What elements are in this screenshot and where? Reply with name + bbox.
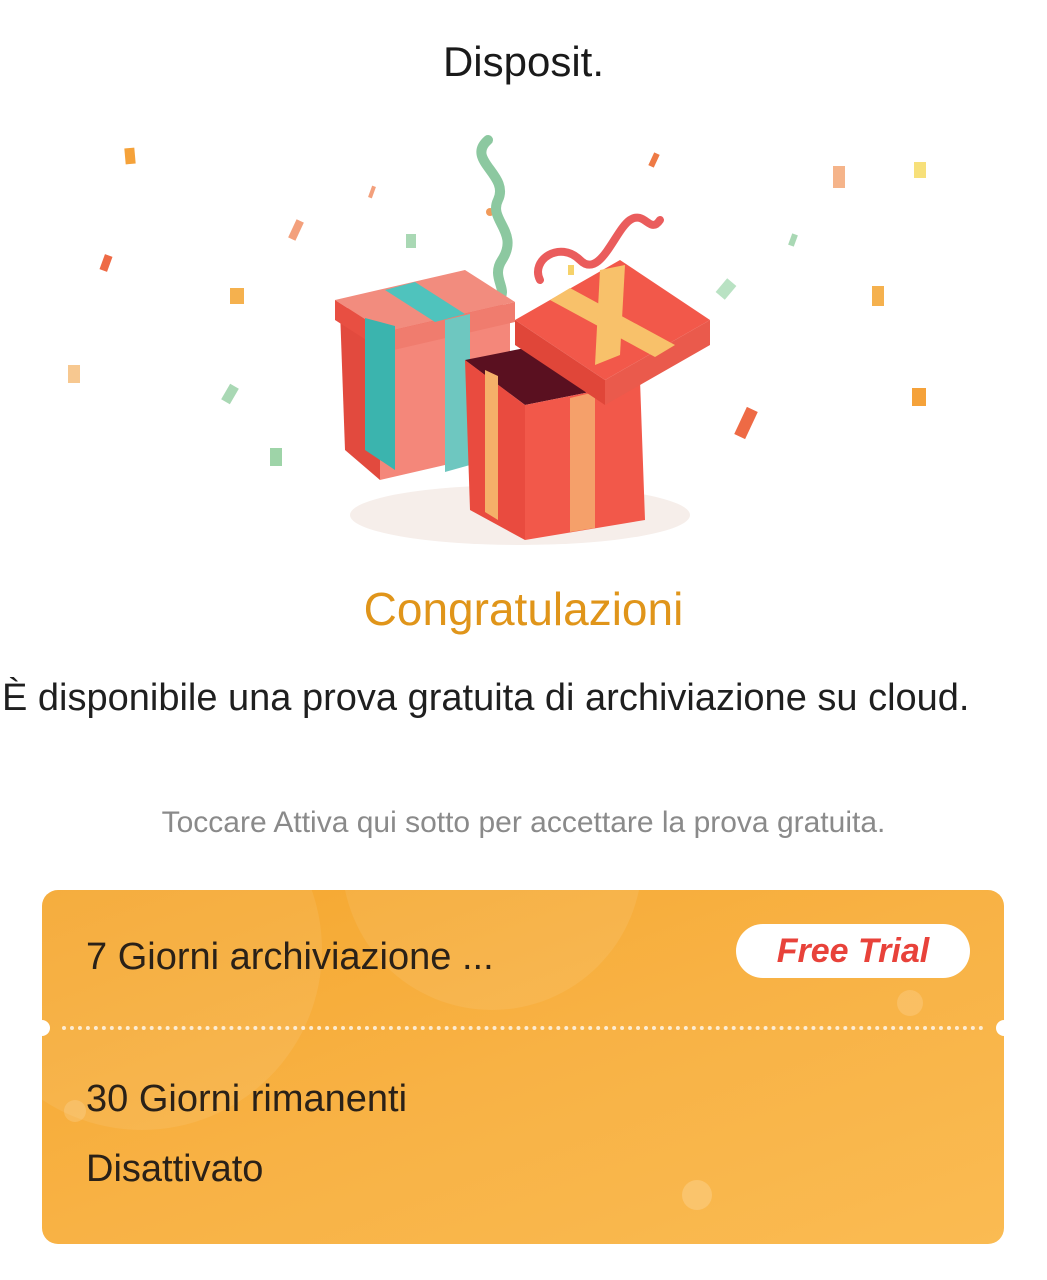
card-decoration — [682, 1180, 712, 1210]
plan-status: Disattivato — [86, 1148, 264, 1190]
card-decoration — [897, 990, 923, 1016]
plan-name: 7 Giorni archiviazione ... — [86, 936, 494, 978]
days-remaining: 30 Giorni rimanenti — [86, 1078, 408, 1120]
ticket-divider — [62, 1026, 984, 1030]
ticket-notch-right — [996, 1020, 1004, 1036]
congratulations-title: Congratulazioni — [363, 583, 684, 635]
trial-available-message: È disponibile una prova gratuita di arch… — [2, 677, 970, 719]
free-trial-badge: Free Trial — [736, 924, 970, 978]
gift-boxes-confetti-icon — [40, 120, 1007, 560]
card-decoration — [64, 1100, 86, 1122]
page-title: Disposit. — [442, 38, 605, 85]
trial-plan-card[interactable]: 7 Giorni archiviazione ... Free Trial 30… — [42, 890, 1004, 1244]
activation-instructions: Toccare Attiva qui sotto per accettare l… — [161, 806, 886, 839]
